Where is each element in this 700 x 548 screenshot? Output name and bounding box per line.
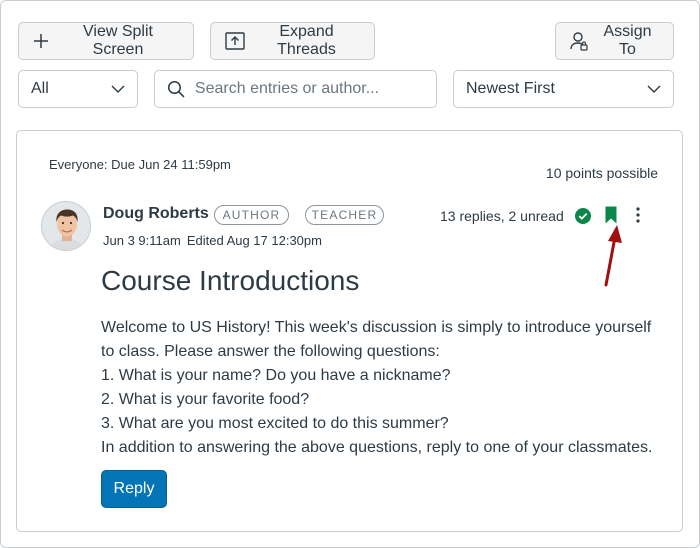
kebab-icon[interactable] [632, 206, 644, 224]
expand-threads-button[interactable]: Expand Threads [210, 22, 375, 60]
replies-count: 13 replies, 2 unread [440, 208, 564, 224]
discussion-body: Welcome to US History! This week's discu… [101, 316, 666, 460]
view-split-screen-button[interactable]: View Split Screen [18, 22, 194, 60]
body-line: to class. Please answer the following qu… [101, 343, 440, 360]
author-name[interactable]: Doug Roberts [103, 205, 209, 223]
chevron-down-icon [647, 85, 661, 93]
body-line: 2. What is your favorite food? [101, 391, 310, 408]
avatar[interactable] [41, 201, 91, 251]
post-dates: Jun 3 9:11am Edited Aug 17 12:30pm [103, 233, 322, 248]
author-role-badge: AUTHOR [214, 205, 289, 225]
sort-select[interactable]: Newest First [453, 70, 674, 108]
filter-select-value: All [31, 80, 49, 97]
search-input[interactable] [194, 80, 424, 98]
body-line: In addition to answering the above quest… [101, 439, 653, 456]
plus-icon [34, 34, 48, 48]
expand-icon [225, 32, 245, 50]
body-line: 1. What is your name? Do you have a nick… [101, 367, 451, 384]
reply-button[interactable]: Reply [101, 470, 167, 508]
teacher-role-badge: TEACHER [305, 205, 384, 225]
discussion-title: Course Introductions [101, 265, 360, 296]
search-icon [167, 80, 185, 98]
assign-to-label: Assign To [603, 23, 652, 58]
assign-to-button[interactable]: Assign To [555, 22, 674, 60]
points-possible: 10 points possible [545, 165, 658, 181]
bookmark-icon[interactable] [605, 206, 617, 224]
chevron-down-icon [111, 85, 125, 93]
sort-select-value: Newest First [466, 80, 555, 97]
body-line: Welcome to US History! This week's discu… [101, 319, 652, 336]
search-field[interactable] [154, 70, 437, 108]
posted-date: Jun 3 9:11am [103, 233, 181, 248]
discussion-card: Everyone: Due Jun 24 11:59pm 10 points p… [16, 130, 683, 532]
filter-select[interactable]: All [18, 70, 138, 108]
expand-threads-label: Expand Threads [277, 23, 336, 58]
body-line: 3. What are you most excited to do this … [101, 415, 449, 432]
check-circle-icon [575, 208, 591, 224]
view-split-screen-label: View Split Screen [83, 23, 153, 58]
edited-date: Edited Aug 17 12:30pm [186, 233, 322, 248]
avatar-image [42, 202, 90, 250]
due-date: Everyone: Due Jun 24 11:59pm [49, 157, 231, 172]
assign-user-icon [570, 32, 588, 51]
annotation-arrow-icon [604, 225, 622, 287]
